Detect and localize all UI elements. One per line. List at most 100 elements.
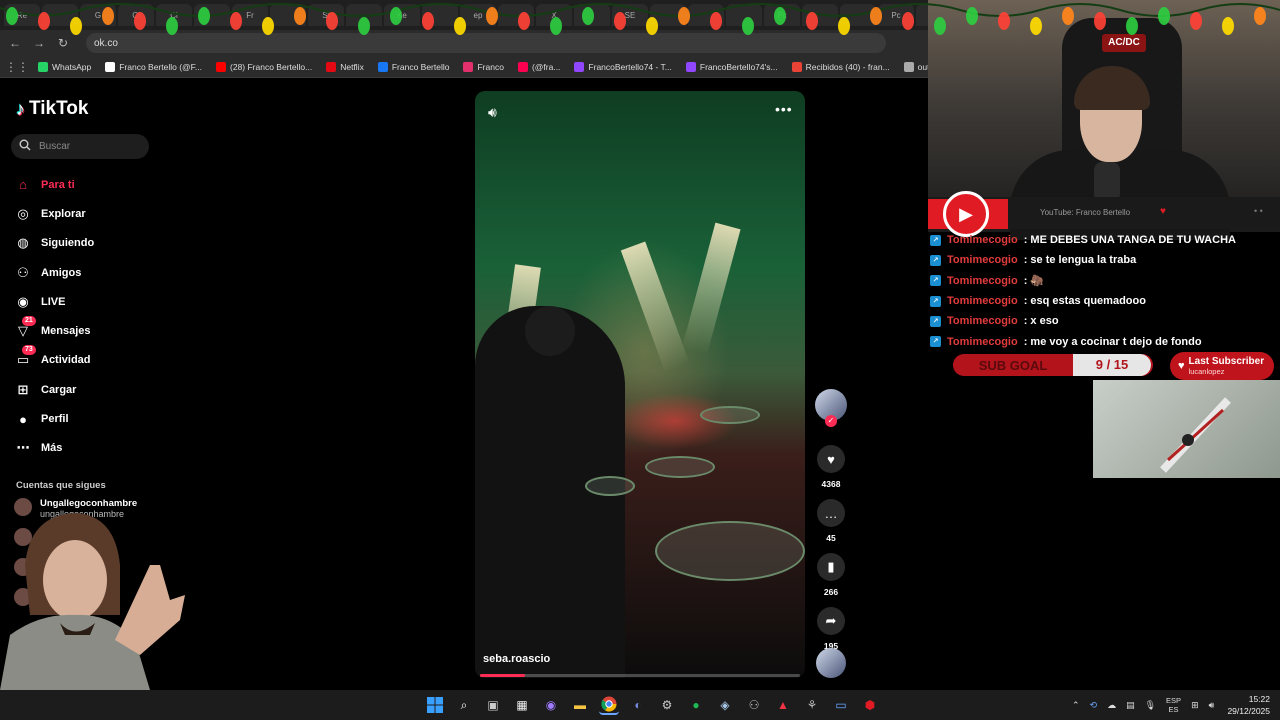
comment-count: 45: [826, 533, 836, 543]
bookmark-item[interactable]: FrancoBertello74's...: [685, 61, 778, 72]
sidebar-item-amigos[interactable]: ⚇ Amigos: [14, 258, 94, 287]
browser-tab[interactable]: [574, 4, 610, 26]
browser-tab[interactable]: Ci: [156, 4, 192, 26]
browser-tab[interactable]: ep: [460, 4, 496, 26]
browser-tab[interactable]: Pc: [878, 4, 914, 26]
video-author[interactable]: seba.roascio: [483, 653, 550, 665]
browser-tab[interactable]: Ke: [384, 4, 420, 26]
chat-text: : me voy a cocinar t dejo de fondo: [1023, 335, 1202, 348]
follow-check-icon[interactable]: ✓: [825, 415, 837, 427]
bookmark-item[interactable]: (28) Franco Bertello...: [216, 61, 312, 72]
upload-icon: ⊞: [17, 381, 29, 397]
bookmark-item[interactable]: Franco: [463, 61, 504, 72]
sidebar-item-siguiendo[interactable]: ◍ Siguiendo: [14, 229, 94, 258]
app-icon[interactable]: ⚘: [802, 695, 822, 715]
app-icon[interactable]: ⬢: [860, 695, 880, 715]
sidebar-item-cargar[interactable]: ⊞ Cargar: [14, 375, 94, 404]
windows-taskbar: ⌕ ▣ ▦ ◉ ▬ ◐ ⚙︎ ● ◈ ⚇ ▲ ⚘ ▭ ⬢ ⌃ ⟲ ☁︎ ▤ 🎙︎…: [0, 690, 1280, 720]
bookmark-item[interactable]: FrancoBertello74 - T...: [574, 61, 672, 72]
browser-tab-strip: ReGClCiFrStKeepXSEPcPcPcPcPcPc: [0, 0, 928, 30]
chrome-icon[interactable]: [599, 695, 619, 715]
bookmark-item[interactable]: WhatsApp: [38, 61, 91, 72]
share-button[interactable]: ➦: [817, 607, 845, 635]
browser-tab[interactable]: [840, 4, 876, 26]
browser-tab[interactable]: Pc: [764, 4, 800, 26]
discord-icon[interactable]: ◐: [628, 695, 648, 715]
tray-app-icon[interactable]: ☁︎: [1107, 700, 1116, 711]
bookmark-item[interactable]: Netflix: [326, 61, 364, 72]
browser-tab[interactable]: [498, 4, 534, 26]
forward-icon[interactable]: →: [32, 36, 46, 50]
comment-button[interactable]: …: [817, 499, 845, 527]
volume-icon[interactable]: 🔊︎: [1209, 700, 1215, 711]
bookmark-label: Franco: [477, 61, 504, 72]
browser-tab[interactable]: [346, 4, 382, 26]
bookmark-button[interactable]: ▮: [817, 553, 845, 581]
spotify-icon[interactable]: ●: [686, 695, 706, 715]
store-icon[interactable]: ▦: [512, 695, 532, 715]
video-progress-bar[interactable]: [480, 674, 800, 677]
video-player[interactable]: 🔊︎ ••• seba.roascio: [475, 91, 805, 678]
chat-username: Tomimecogio: [947, 254, 1018, 267]
settings-icon[interactable]: ⚙︎: [657, 695, 677, 715]
chat-text: : esq estas quemadooo: [1023, 295, 1146, 308]
sidebar-item-mensajes[interactable]: ▽ 21 Mensajes: [14, 316, 94, 345]
bookmark-item[interactable]: (@fra...: [517, 61, 560, 72]
browser-tab[interactable]: [688, 4, 724, 26]
next-author-avatar[interactable]: [816, 648, 846, 678]
language-indicator[interactable]: ESP ES: [1166, 696, 1181, 714]
microphone-icon[interactable]: 🎙︎: [1145, 700, 1156, 711]
apps-grid-icon[interactable]: ⋮⋮: [5, 60, 29, 74]
app-icon[interactable]: ⚇: [744, 695, 764, 715]
browser-tab[interactable]: X: [536, 4, 572, 26]
search-icon: [19, 139, 31, 154]
obs-icon[interactable]: ◉: [541, 695, 561, 715]
browser-tab[interactable]: [422, 4, 458, 26]
bookmark-item[interactable]: Recibidos (40) - fran...: [791, 61, 890, 72]
task-view-icon[interactable]: ▣: [483, 695, 503, 715]
browser-tab[interactable]: [916, 4, 928, 26]
bookmark-item[interactable]: outlook: [903, 61, 928, 72]
sidebar-item-para-ti[interactable]: ⌂ Para ti: [14, 170, 94, 199]
browser-tab[interactable]: [270, 4, 306, 26]
more-options-icon[interactable]: •••: [775, 101, 793, 117]
reload-icon[interactable]: ↻: [56, 36, 70, 50]
network-icon[interactable]: ▤: [1126, 700, 1135, 711]
tiktok-logo[interactable]: ♪ TikTok: [16, 98, 88, 120]
windows-start-icon[interactable]: [425, 695, 445, 715]
author-avatar[interactable]: ✓: [815, 389, 847, 427]
sidebar-item-live[interactable]: ◉ LIVE: [14, 287, 94, 316]
browser-tab[interactable]: [802, 4, 838, 26]
browser-tab[interactable]: [194, 4, 230, 26]
steam-icon[interactable]: ◈: [715, 695, 735, 715]
bookmark-item[interactable]: Franco Bertello (@F...: [105, 61, 202, 72]
browser-tab[interactable]: G: [80, 4, 116, 26]
back-icon[interactable]: ←: [8, 36, 22, 50]
taskbar-clock[interactable]: 15:22 29/12/2025: [1227, 693, 1270, 717]
browser-tab[interactable]: SE: [612, 4, 648, 26]
browser-tab[interactable]: Fr: [232, 4, 268, 26]
browser-tab[interactable]: Re: [4, 4, 40, 26]
sidebar-item-actividad[interactable]: ▭ 73 Actividad: [14, 345, 94, 375]
bookmark-item[interactable]: Franco Bertello: [377, 61, 449, 72]
tray-app-icon[interactable]: ⟲: [1090, 700, 1098, 711]
search-icon[interactable]: ⌕: [454, 695, 474, 715]
file-explorer-icon[interactable]: ▬: [570, 695, 590, 715]
browser-tab[interactable]: St: [308, 4, 344, 26]
address-bar[interactable]: ok.co: [86, 33, 886, 53]
browser-tab[interactable]: [650, 4, 686, 26]
browser-tab[interactable]: Cl: [118, 4, 154, 26]
sidebar-item-explorar[interactable]: ◎ Explorar: [14, 199, 94, 228]
browser-tab[interactable]: [42, 4, 78, 26]
heart-button[interactable]: ♥: [817, 445, 845, 473]
app-icon[interactable]: ▲: [773, 695, 793, 715]
chat-message: ↗ Tomimecogio: me voy a cocinar t dejo de…: [930, 331, 1280, 351]
volume-icon[interactable]: 🔊︎: [488, 104, 497, 121]
sidebar-item-perfil[interactable]: ● Perfil: [14, 404, 94, 433]
browser-tab[interactable]: [726, 4, 762, 26]
network-status-icon[interactable]: ⊞: [1191, 700, 1199, 711]
search-input[interactable]: Buscar: [11, 134, 149, 159]
monitor-icon[interactable]: ▭: [831, 695, 851, 715]
sidebar-item-m-s[interactable]: ⋯ Más: [14, 434, 94, 463]
chevron-up-icon[interactable]: ⌃: [1072, 700, 1080, 711]
